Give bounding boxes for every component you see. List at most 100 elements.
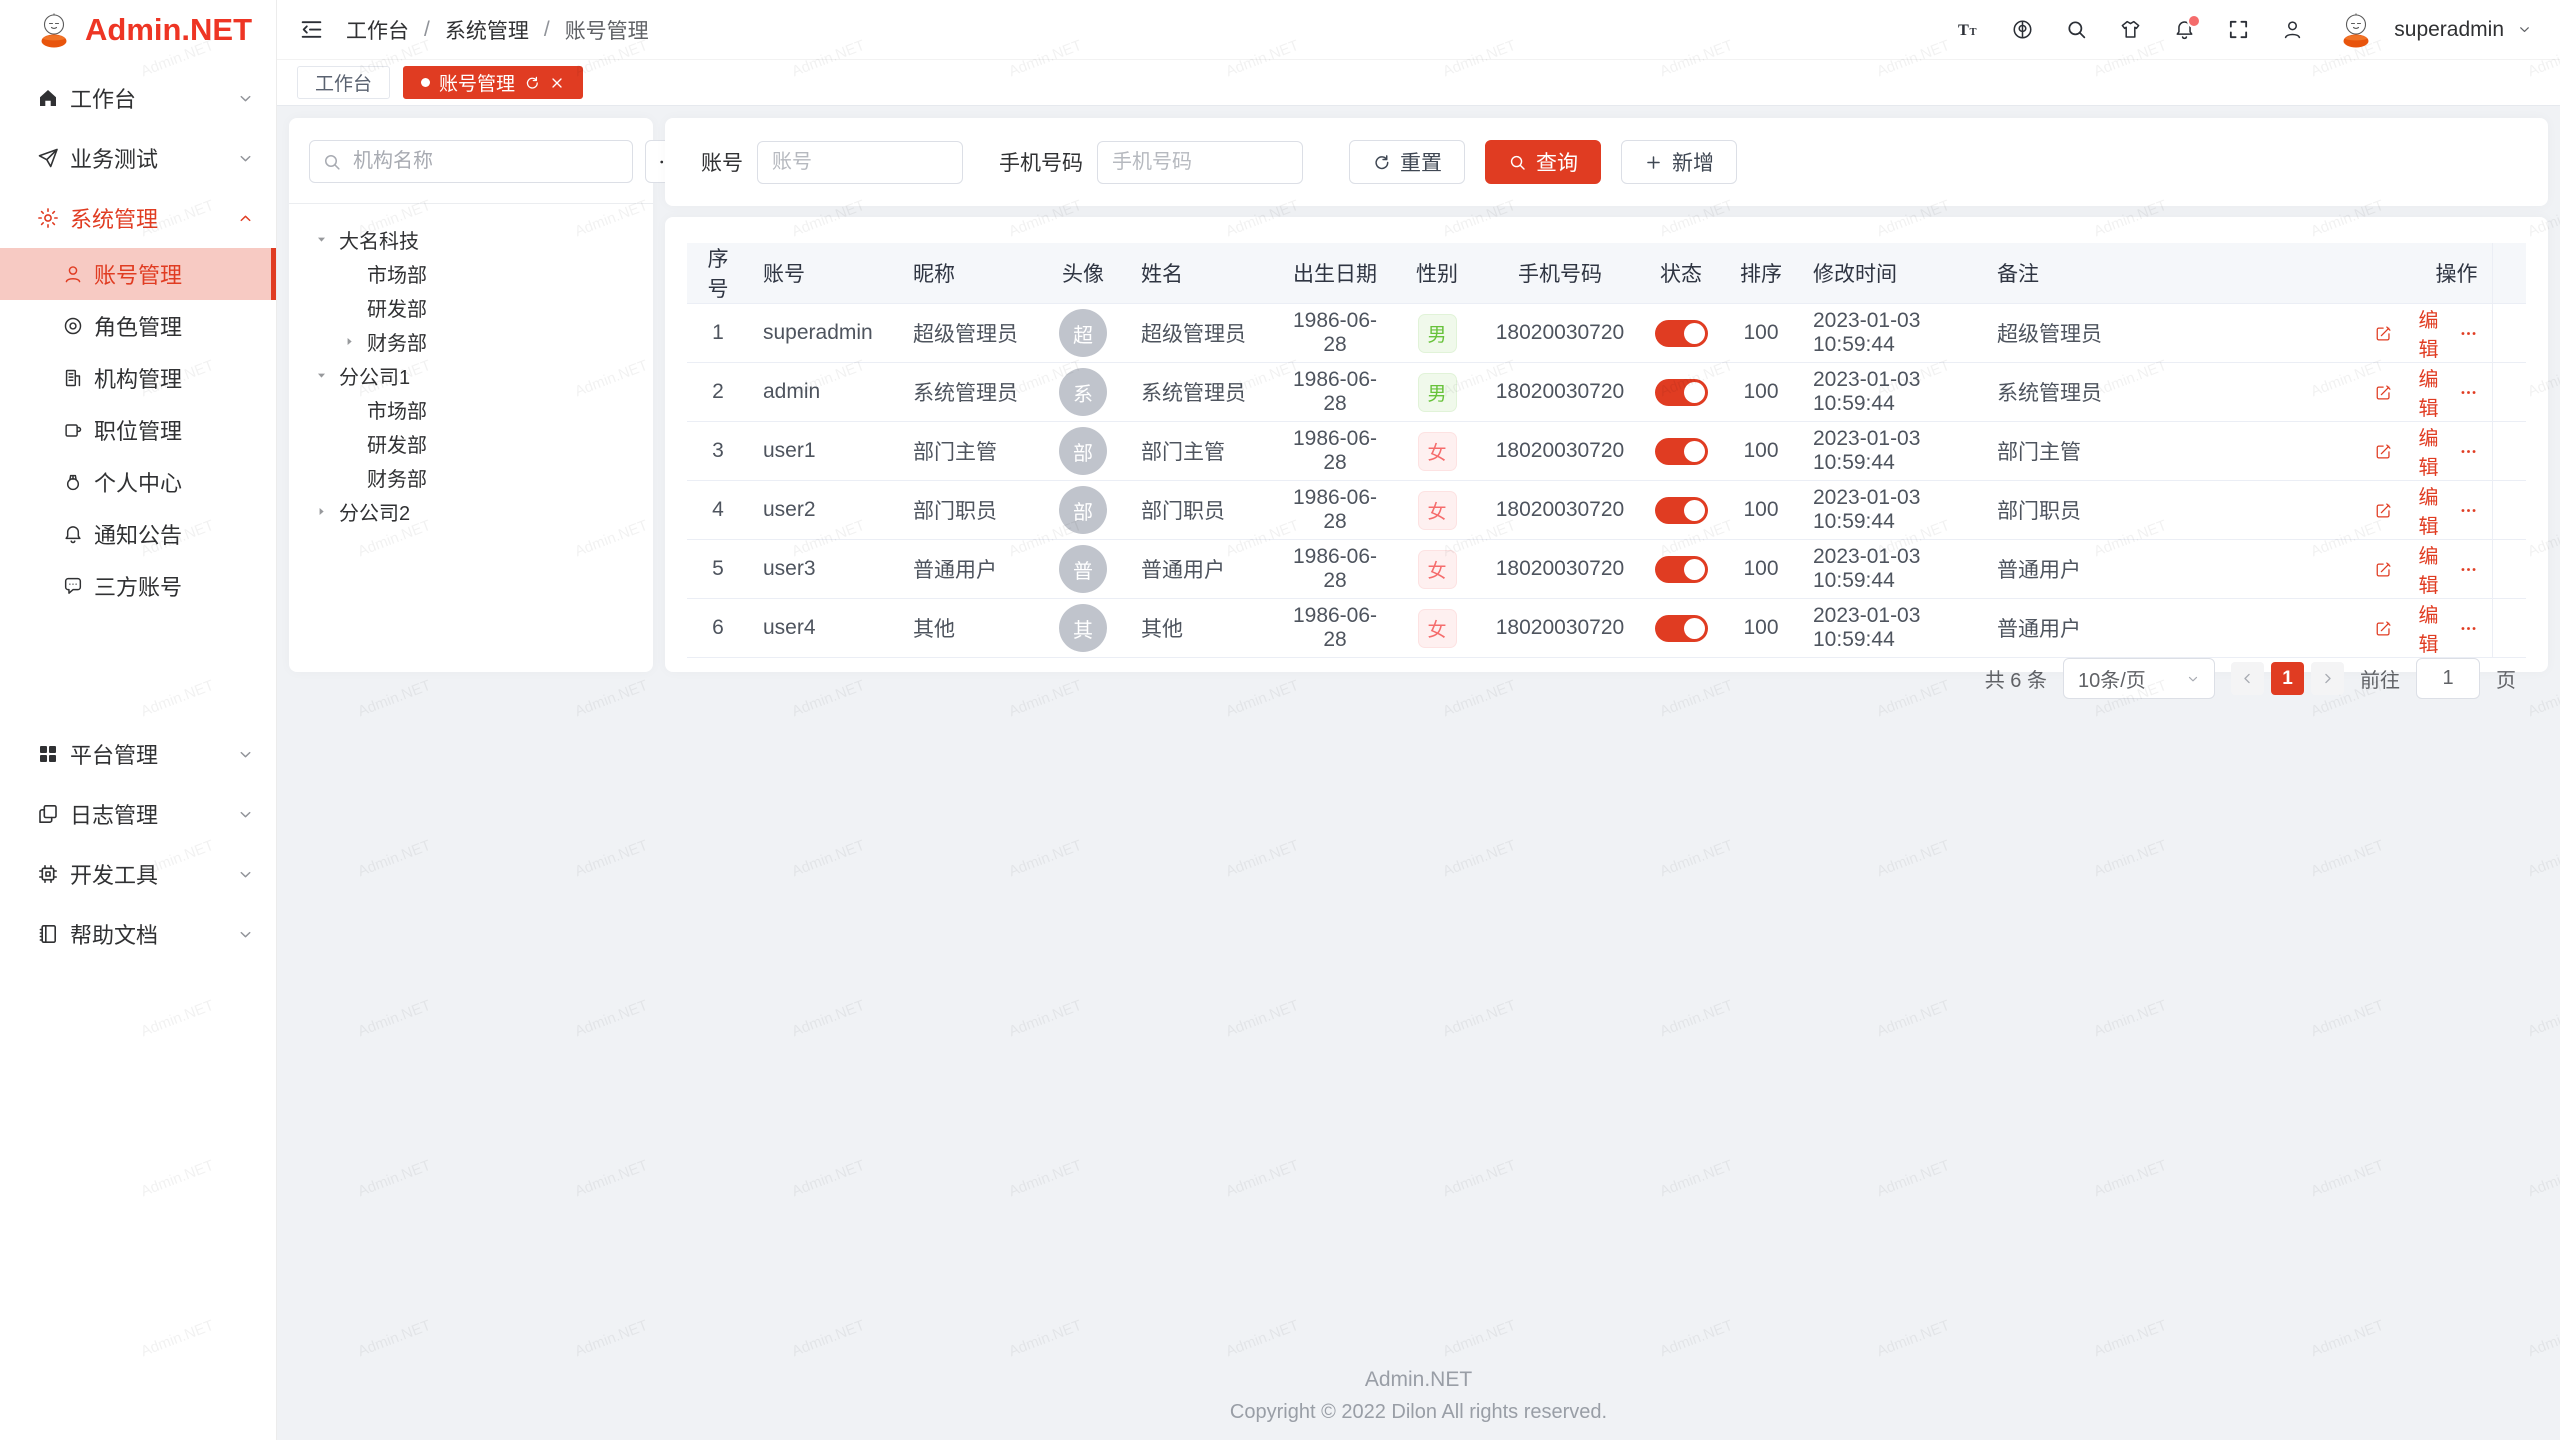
cell-name: 部门主管 [1141, 441, 1225, 464]
status-toggle[interactable] [1655, 497, 1708, 524]
language-icon[interactable] [2011, 18, 2034, 41]
tree-node-3[interactable]: 财务部 [309, 324, 633, 358]
account-icon[interactable] [2281, 18, 2304, 41]
sidebar-item-3[interactable]: 平台管理 [0, 724, 276, 784]
sidebar-item-1[interactable]: 业务测试 [0, 128, 276, 188]
mascot-logo-icon [34, 10, 74, 50]
row-more-button[interactable] [2459, 324, 2478, 343]
breadcrumb-workbench[interactable]: 工作台 [346, 15, 409, 45]
notification-icon[interactable] [2173, 18, 2196, 41]
row-more-button[interactable] [2459, 383, 2478, 402]
svg-text:T: T [1970, 27, 1977, 38]
add-label: 新增 [1672, 147, 1714, 177]
cell-birth: 1986-06-28 [1293, 486, 1377, 533]
edit-button[interactable]: 编辑 [2374, 599, 2439, 657]
prev-page-button[interactable] [2231, 662, 2264, 695]
status-toggle[interactable] [1655, 556, 1708, 583]
search-icon[interactable] [2065, 18, 2088, 41]
row-more-button[interactable] [2459, 619, 2478, 638]
cell-birth: 1986-06-28 [1293, 427, 1377, 474]
theme-icon[interactable] [2119, 18, 2142, 41]
row-actions: 编辑 [2374, 363, 2478, 421]
sidebar-subitem-3[interactable]: 职位管理 [0, 404, 276, 456]
tab-workbench[interactable]: 工作台 [297, 66, 390, 99]
tree-node-label: 分公司1 [339, 361, 410, 390]
account-label: 账号 [701, 147, 743, 177]
status-toggle[interactable] [1655, 320, 1708, 347]
page-unit-label: 页 [2496, 664, 2516, 693]
sidebar-subitem-4[interactable]: 个人中心 [0, 456, 276, 508]
row-more-button[interactable] [2459, 560, 2478, 579]
logs-icon [36, 802, 60, 826]
next-page-button[interactable] [2311, 662, 2344, 695]
tree-node-6[interactable]: 研发部 [309, 426, 633, 460]
role-icon [62, 315, 84, 337]
tree-node-4[interactable]: 分公司1 [309, 358, 633, 392]
status-toggle[interactable] [1655, 615, 1708, 642]
edit-button[interactable]: 编辑 [2374, 540, 2439, 598]
org-search-input[interactable] [351, 149, 620, 174]
query-button[interactable]: 查询 [1485, 140, 1601, 184]
reset-button[interactable]: 重置 [1349, 140, 1465, 184]
phone-input[interactable] [1097, 141, 1303, 184]
edit-button[interactable]: 编辑 [2374, 481, 2439, 539]
tree-node-0[interactable]: 大名科技 [309, 222, 633, 256]
cell-remark: 普通用户 [1997, 559, 2081, 582]
cell-nickname: 其他 [913, 618, 955, 641]
goto-page-input[interactable] [2416, 658, 2480, 699]
caret-down-icon[interactable] [315, 233, 339, 246]
edit-label: 编辑 [2400, 599, 2439, 657]
close-icon[interactable] [549, 75, 565, 91]
sidebar-subitem-2[interactable]: 机构管理 [0, 352, 276, 404]
page-size-select[interactable]: 10条/页 [2063, 658, 2215, 699]
caret-down-icon[interactable] [315, 369, 339, 382]
sidebar-subitem-1[interactable]: 角色管理 [0, 300, 276, 352]
sidebar-submenu: 账号管理角色管理机构管理职位管理个人中心通知公告三方账号 [0, 248, 276, 612]
tree-node-2[interactable]: 研发部 [309, 290, 633, 324]
font-size-icon[interactable]: TT [1957, 18, 1980, 41]
status-toggle[interactable] [1655, 438, 1708, 465]
cell-name: 部门职员 [1141, 500, 1225, 523]
tab-account-management[interactable]: 账号管理 [403, 66, 583, 99]
sidebar-item-6[interactable]: 帮助文档 [0, 904, 276, 964]
fullscreen-icon[interactable] [2227, 18, 2250, 41]
cell-modified: 2023-01-03 10:59:44 [1813, 427, 1920, 474]
home-icon [36, 86, 60, 110]
tree-node-8[interactable]: 分公司2 [309, 494, 633, 528]
row-more-button[interactable] [2459, 501, 2478, 520]
tree-node-1[interactable]: 市场部 [309, 256, 633, 290]
reset-label: 重置 [1400, 147, 1442, 177]
username[interactable]: superadmin [2394, 18, 2504, 42]
sidebar-item-0[interactable]: 工作台 [0, 68, 276, 128]
cell-sort: 100 [1743, 557, 1778, 580]
user-chevron-down-icon[interactable] [2517, 22, 2532, 37]
caret-right-icon[interactable] [315, 505, 339, 518]
sidebar-subitem-6[interactable]: 三方账号 [0, 560, 276, 612]
tree-node-7[interactable]: 财务部 [309, 460, 633, 494]
menu-fold-icon[interactable] [299, 17, 324, 42]
caret-right-icon[interactable] [343, 335, 367, 348]
edit-button[interactable]: 编辑 [2374, 363, 2439, 421]
sidebar-subitem-0[interactable]: 账号管理 [0, 248, 276, 300]
sidebar-item-2[interactable]: 系统管理 [0, 188, 276, 248]
tree-node-5[interactable]: 市场部 [309, 392, 633, 426]
edit-button[interactable]: 编辑 [2374, 304, 2439, 362]
user-avatar[interactable] [2335, 9, 2377, 51]
edit-button[interactable]: 编辑 [2374, 422, 2439, 480]
sidebar-subitem-5[interactable]: 通知公告 [0, 508, 276, 560]
breadcrumb-system[interactable]: 系统管理 [445, 15, 529, 45]
sidebar-item-4[interactable]: 日志管理 [0, 784, 276, 844]
edit-label: 编辑 [2400, 422, 2439, 480]
search-icon [1508, 153, 1527, 172]
cell-phone: 18020030720 [1496, 321, 1624, 344]
sidebar-item-label: 帮助文档 [70, 918, 237, 950]
status-toggle[interactable] [1655, 379, 1708, 406]
sidebar-item-5[interactable]: 开发工具 [0, 844, 276, 904]
refresh-icon[interactable] [524, 75, 540, 91]
cell-gutter [2492, 304, 2526, 363]
add-button[interactable]: 新增 [1621, 140, 1737, 184]
navbar-actions: TT superadmin [1957, 9, 2532, 51]
row-more-button[interactable] [2459, 442, 2478, 461]
page-1-button[interactable]: 1 [2271, 662, 2304, 695]
account-input[interactable] [757, 141, 963, 184]
